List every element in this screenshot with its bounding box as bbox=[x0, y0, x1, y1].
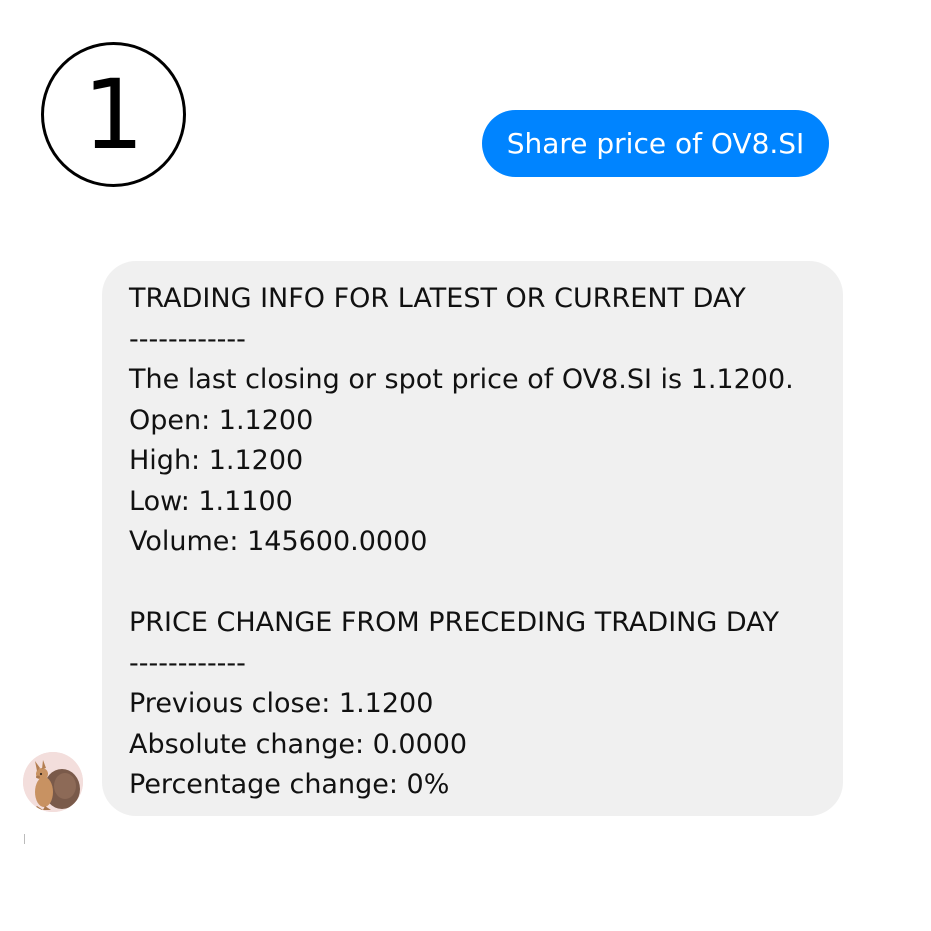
reply-line-volume: Volume: 145600.0000 bbox=[129, 526, 428, 557]
reply-line-high: High: 1.1200 bbox=[129, 445, 304, 476]
bot-avatar[interactable] bbox=[23, 752, 83, 812]
user-message-bubble: Share price of OV8.SI bbox=[482, 110, 829, 177]
reply-line-heading-trading-info: TRADING INFO FOR LATEST OR CURRENT DAY bbox=[129, 283, 746, 314]
reply-line-previous-close: Previous close: 1.1200 bbox=[129, 688, 434, 719]
reply-line-heading-price-change: PRICE CHANGE FROM PRECEDING TRADING DAY bbox=[129, 607, 780, 638]
bot-reply-bubble: TRADING INFO FOR LATEST OR CURRENT DAY -… bbox=[102, 261, 843, 816]
divider-tick bbox=[24, 834, 25, 844]
reply-line-blank bbox=[129, 563, 819, 604]
reply-line-divider: ------------ bbox=[129, 323, 246, 355]
reply-line-divider: ------------ bbox=[129, 647, 246, 679]
reply-line-absolute-change: Absolute change: 0.0000 bbox=[129, 728, 468, 760]
reply-line-low: Low: 1.1100 bbox=[129, 485, 293, 517]
reply-line-percentage-change: Percentage change: 0% bbox=[129, 769, 450, 800]
reply-line-closing-price: The last closing or spot price of OV8.SI… bbox=[129, 364, 794, 395]
reply-line-open: Open: 1.1200 bbox=[129, 404, 314, 436]
step-number-badge: 1 bbox=[41, 42, 186, 187]
kangaroo-avatar-icon bbox=[23, 752, 83, 812]
